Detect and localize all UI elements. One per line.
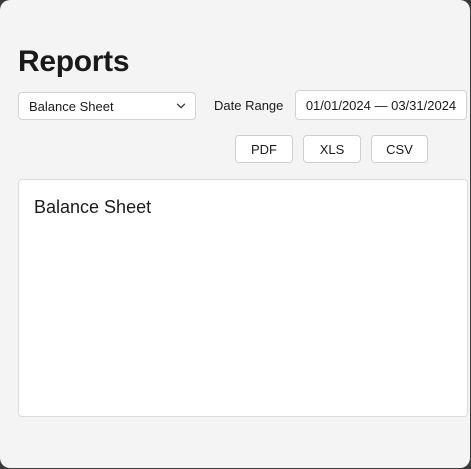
- chevron-down-icon: [176, 101, 186, 111]
- export-pdf-button[interactable]: PDF: [235, 135, 293, 163]
- export-csv-button[interactable]: CSV: [371, 135, 428, 163]
- report-type-select[interactable]: Balance Sheet: [18, 92, 196, 120]
- report-panel: Balance Sheet: [18, 179, 468, 417]
- report-type-select-value: Balance Sheet: [29, 98, 114, 114]
- report-title: Balance Sheet: [34, 197, 152, 217]
- date-range-label: Date Range: [214, 98, 284, 113]
- reports-window: Reports Balance Sheet Date Range 01/01/2…: [0, 0, 470, 468]
- date-range-field[interactable]: 01/01/2024 — 03/31/2024: [295, 90, 467, 120]
- date-range-value: 01/01/2024 — 03/31/2024: [305, 97, 457, 113]
- export-xls-button[interactable]: XLS: [303, 135, 361, 163]
- page-title: Reports: [18, 45, 130, 78]
